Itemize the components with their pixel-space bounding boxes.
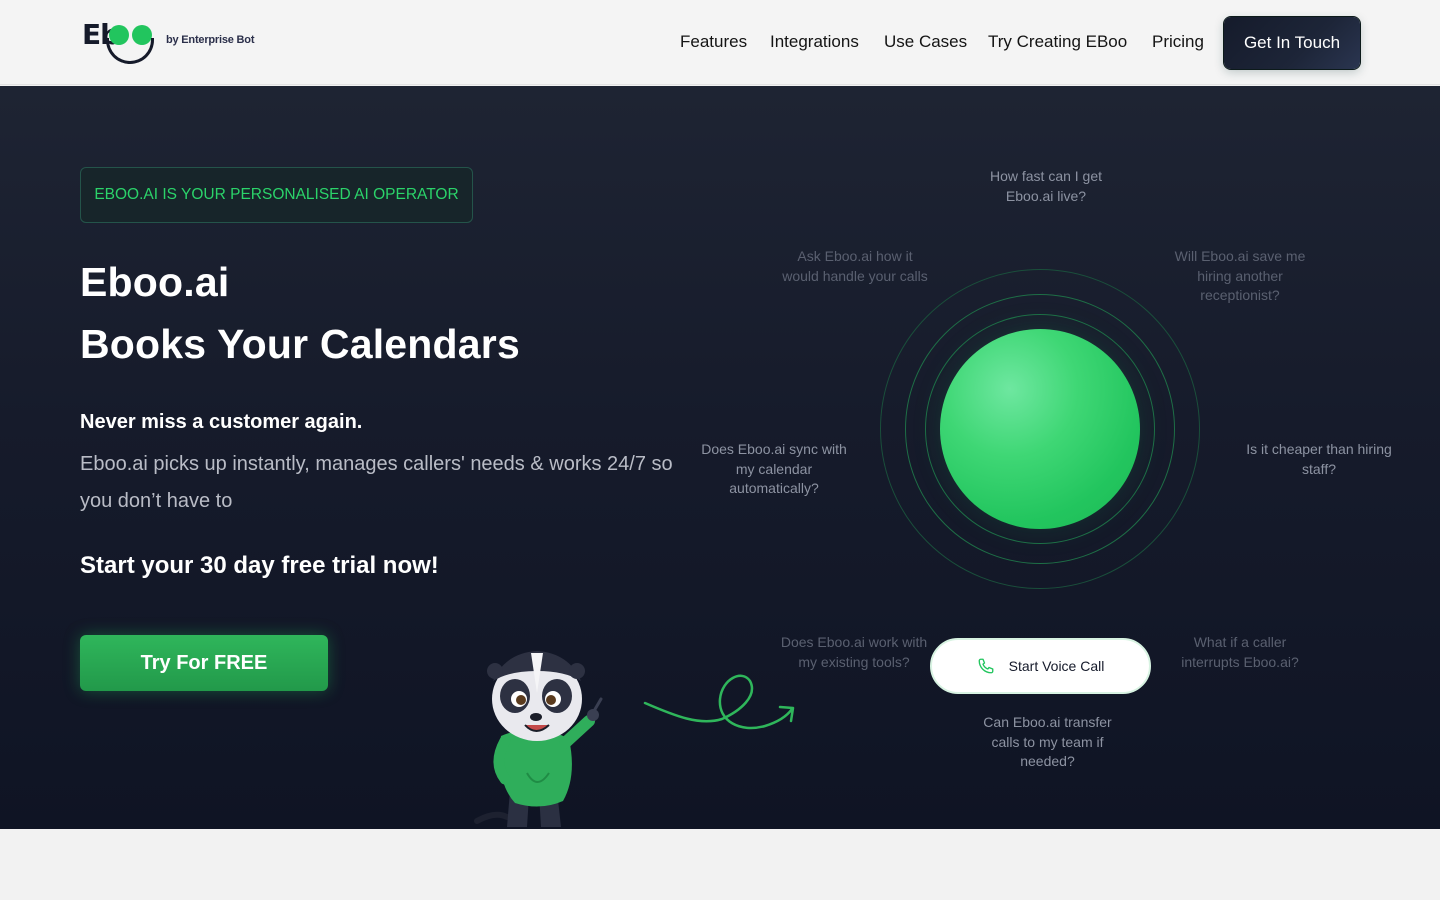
question-transfer-calls[interactable]: Can Eboo.ai transfer calls to my team if… (970, 713, 1125, 772)
curly-arrow-icon (643, 674, 795, 730)
hero-badge: EBOO.AI IS YOUR PERSONALISED AI OPERATOR (80, 167, 473, 223)
hero-lead: Never miss a customer again. (80, 411, 363, 433)
start-voice-call-button[interactable]: Start Voice Call (930, 638, 1151, 694)
hero-trial-text: Start your 30 day free trial now! (80, 552, 439, 579)
phone-icon (978, 658, 994, 674)
nav-use-cases[interactable]: Use Cases (884, 32, 967, 52)
eboo-logo[interactable]: Eb by Enterprise Bot (82, 18, 262, 66)
site-header: Eb by Enterprise Bot Features Integratio… (0, 0, 1440, 85)
hero-title-line2: Books Your Calendars (80, 321, 520, 367)
hero-title-line1: Eboo.ai (80, 259, 230, 305)
hero-description: Eboo.ai picks up instantly, manages call… (80, 453, 673, 512)
question-existing-tools[interactable]: Does Eboo.ai work with my existing tools… (770, 633, 938, 672)
question-go-live[interactable]: How fast can I get Eboo.ai live? (966, 167, 1126, 206)
nav-try-creating-eboo[interactable]: Try Creating EBoo (988, 32, 1127, 52)
try-for-free-button[interactable]: Try For FREE (80, 635, 328, 691)
start-voice-call-label: Start Voice Call (1008, 658, 1105, 674)
voice-orb-visual (880, 269, 1200, 589)
logo-smile-icon (106, 38, 154, 64)
nav-features[interactable]: Features (680, 32, 747, 52)
nav-integrations[interactable]: Integrations (770, 32, 859, 52)
hero-section: EBOO.AI IS YOUR PERSONALISED AI OPERATOR… (0, 86, 1440, 829)
nav-pricing[interactable]: Pricing (1152, 32, 1204, 52)
logo-tagline: by Enterprise Bot (166, 34, 255, 46)
voice-orb[interactable] (940, 329, 1140, 529)
question-cheaper[interactable]: Is it cheaper than hiring staff? (1238, 440, 1400, 479)
meerkat-mascot-icon (474, 651, 603, 827)
question-interrupts[interactable]: What if a caller interrupts Eboo.ai? (1170, 633, 1310, 672)
get-in-touch-button[interactable]: Get In Touch (1224, 17, 1360, 69)
question-calendar-sync[interactable]: Does Eboo.ai sync with my calendar autom… (690, 440, 858, 499)
